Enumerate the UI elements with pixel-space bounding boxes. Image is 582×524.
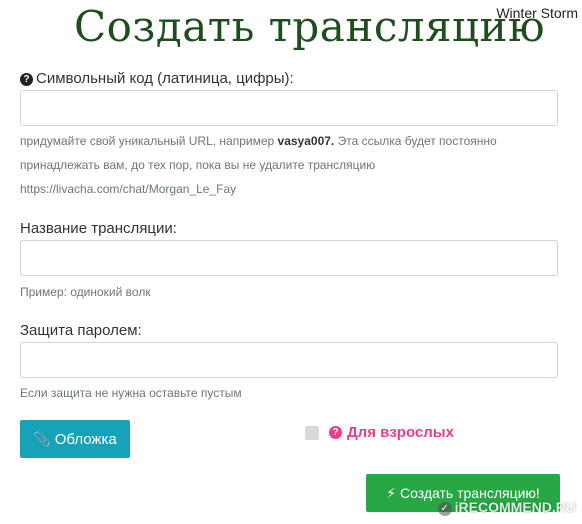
adult-option[interactable]: ? Для взрослых — [305, 424, 454, 441]
question-circle-icon[interactable]: ? — [20, 73, 33, 86]
code-help-before: придумайте свой уникальный URL, например — [20, 134, 278, 148]
cover-button-label: Обложка — [54, 430, 117, 448]
question-circle-icon[interactable]: ? — [329, 426, 342, 439]
code-field-label-text: Символьный код (латиница, цифры): — [36, 70, 294, 87]
paperclip-icon: 📎 — [33, 430, 51, 447]
adult-checkbox[interactable] — [305, 425, 319, 440]
code-input[interactable] — [20, 90, 558, 126]
name-field-help: Пример: одинокий волк — [20, 285, 151, 299]
cover-button[interactable]: 📎 Обложка — [20, 420, 130, 458]
watermark-text: iRECOMMEND.RU — [454, 499, 576, 515]
username-label[interactable]: Winter Storm — [496, 5, 578, 21]
code-help-example: vasya007. — [277, 134, 335, 148]
code-field-label: ? Символьный код (латиница, цифры): — [20, 70, 294, 87]
watermark: ✓ iRECOMMEND.RU — [437, 499, 576, 516]
password-field-label: Защита паролем: — [20, 322, 142, 339]
check-icon: ✓ — [437, 502, 452, 516]
bolt-icon: ⚡ — [386, 484, 397, 501]
name-field-label: Название трансляции: — [20, 220, 177, 237]
stream-name-input[interactable] — [20, 240, 558, 276]
password-field-help: Если защита не нужна оставьте пустым — [20, 386, 242, 400]
code-field-help: придумайте свой уникальный URL, например… — [20, 129, 560, 201]
password-input[interactable] — [20, 342, 558, 378]
url-preview: https://livacha.com/chat/Morgan_Le_Fay — [20, 182, 237, 196]
adult-label: Для взрослых — [347, 424, 454, 441]
page-title: Создать трансляцию — [74, 2, 546, 51]
